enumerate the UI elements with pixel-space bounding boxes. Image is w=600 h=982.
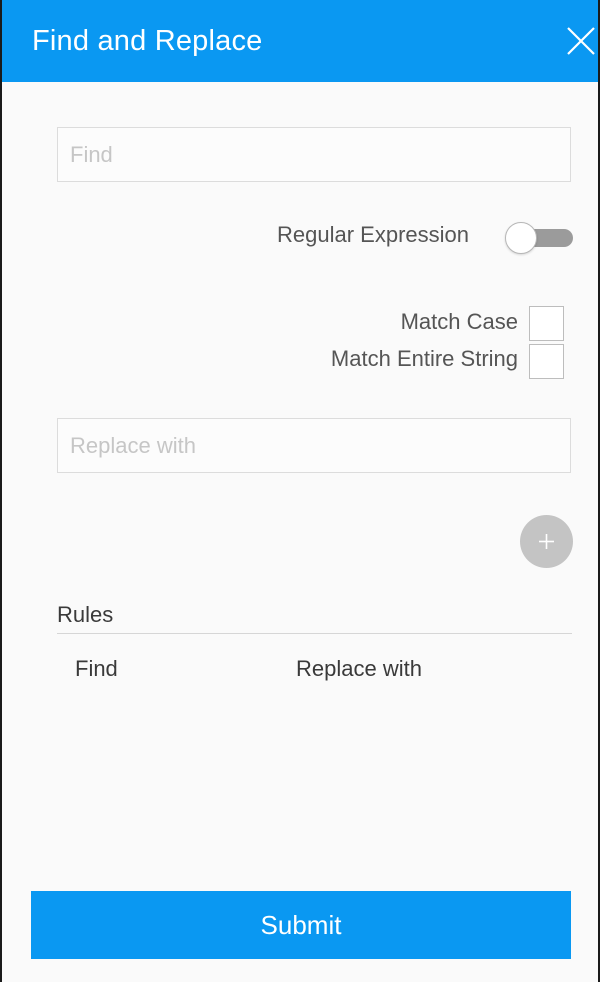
rules-divider — [57, 633, 572, 634]
toggle-knob — [505, 222, 537, 254]
rules-column-replace-with: Replace with — [296, 656, 422, 681]
find-input[interactable] — [57, 127, 571, 182]
rules-heading: Rules — [57, 602, 114, 627]
submit-button[interactable]: Submit — [31, 891, 571, 959]
match-case-label: Match Case — [400, 309, 518, 334]
match-entire-string-label: Match Entire String — [330, 346, 518, 371]
regex-toggle[interactable] — [505, 222, 573, 254]
find-replace-dialog: Find and Replace Regular Expression Matc… — [0, 0, 600, 982]
plus-icon — [539, 534, 554, 549]
regex-label: Regular Expression — [277, 222, 469, 247]
dialog-title: Find and Replace — [32, 24, 263, 57]
replace-input[interactable] — [57, 418, 571, 473]
rules-column-find: Find — [75, 656, 118, 681]
dialog-header: Find and Replace — [2, 0, 598, 82]
close-icon[interactable] — [566, 26, 596, 56]
match-case-checkbox[interactable] — [529, 306, 564, 341]
match-entire-string-checkbox[interactable] — [529, 344, 564, 379]
add-rule-button[interactable] — [520, 515, 573, 568]
